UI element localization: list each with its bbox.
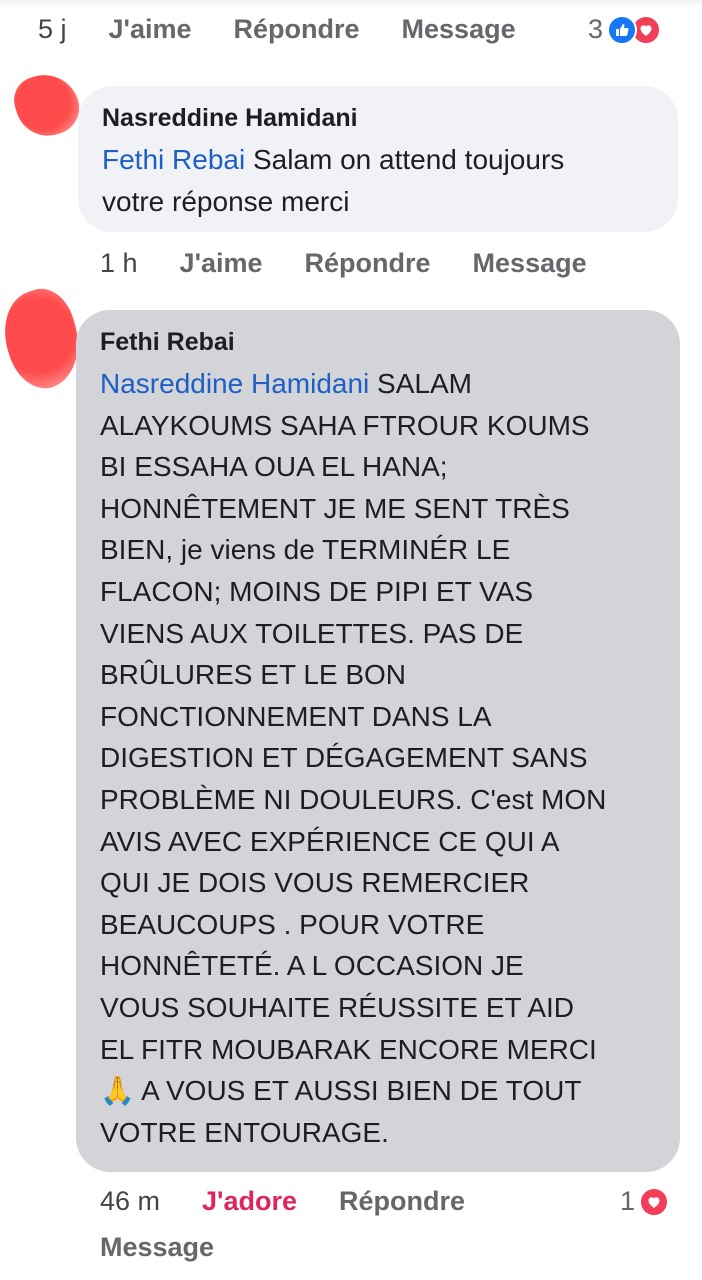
avatar-redacted[interactable] [7,65,87,145]
comment-body: SALAM ALAYKOUMS SAHA FTROUR KOUMS BI ESS… [100,368,607,1148]
comment-author[interactable]: Fethi Rebai [100,328,656,357]
like-button[interactable]: J'aime [180,248,263,279]
comment-text: Fethi Rebai Salam on attend toujours vot… [102,139,654,223]
love-reaction-icon [639,1186,670,1217]
reaction-summary[interactable]: 3 [588,14,662,45]
reaction-count: 3 [588,14,604,44]
previous-comment-edge [0,0,702,8]
mention-link[interactable]: Nasreddine Hamidani [100,368,369,399]
mention-link[interactable]: Fethi Rebai [102,144,245,175]
comment-timestamp: 5 j [38,14,67,44]
comment-text: Nasreddine Hamidani SALAM ALAYKOUMS SAHA… [100,363,656,1153]
message-button[interactable]: Message [473,248,587,279]
comment-timestamp: 1 h [100,248,138,278]
reply-button[interactable]: Répondre [339,1186,465,1217]
comment-bubble: Fethi Rebai Nasreddine Hamidani SALAM AL… [76,310,680,1172]
reply-button[interactable]: Répondre [234,14,360,45]
message-button[interactable]: Message [402,14,516,45]
comment-bubble: Nasreddine Hamidani Fethi Rebai Salam on… [78,86,678,232]
reply-button[interactable]: Répondre [305,248,431,279]
adore-button[interactable]: J'adore [202,1186,297,1217]
message-button[interactable]: Message [100,1232,214,1263]
like-reaction-icon [607,14,638,45]
comment-timestamp: 46 m [100,1186,161,1216]
like-button[interactable]: J'aime [109,14,192,45]
reaction-summary[interactable]: 1 [620,1186,670,1217]
reaction-count: 1 [620,1186,636,1216]
comment-author[interactable]: Nasreddine Hamidani [102,104,654,133]
comment-actions: 46 m J'adore Répondre [100,1186,680,1217]
comment-actions: 1 h J'aime Répondre Message [100,248,629,279]
